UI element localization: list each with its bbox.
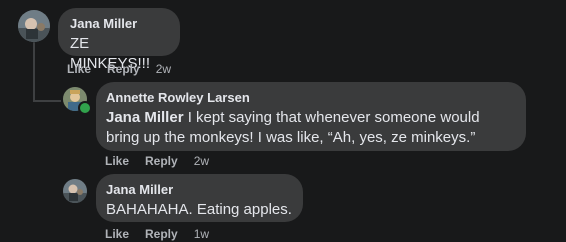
comment-timestamp[interactable]: 1w bbox=[194, 226, 209, 242]
comment-text: Jana Miller I kept saying that whenever … bbox=[106, 108, 516, 148]
reply-button[interactable]: Reply bbox=[107, 61, 140, 77]
thread-line-branch bbox=[33, 100, 61, 102]
comment-timestamp[interactable]: 2w bbox=[194, 153, 209, 169]
comment-text: BAHAHAHA. Eating apples. bbox=[106, 201, 292, 218]
comment-author[interactable]: Jana Miller bbox=[106, 182, 293, 198]
reply-button[interactable]: Reply bbox=[145, 226, 178, 242]
like-button[interactable]: Like bbox=[105, 153, 129, 169]
comment-bubble: Jana Miller ZE MINKEYS!!! bbox=[58, 8, 180, 72]
comment-bubble: Jana Miller BAHAHAHA. Eating apples. bbox=[96, 174, 303, 222]
comment-timestamp[interactable]: 2w bbox=[156, 61, 171, 77]
avatar[interactable] bbox=[18, 10, 50, 42]
comment-actions: Like Reply 1w bbox=[105, 226, 209, 242]
comment-actions: Like Reply 2w bbox=[105, 153, 209, 169]
avatar-photo-icon bbox=[63, 179, 87, 203]
reply-button[interactable]: Reply bbox=[145, 153, 178, 169]
comment-bubble: Annette Rowley Larsen Jana Miller I kept… bbox=[96, 82, 526, 151]
like-button[interactable]: Like bbox=[67, 61, 91, 77]
comment-author[interactable]: Jana Miller bbox=[70, 16, 168, 32]
online-status-icon bbox=[78, 101, 92, 115]
avatar[interactable] bbox=[63, 179, 87, 203]
avatar-photo-icon bbox=[18, 10, 50, 42]
mention-link[interactable]: Jana Miller bbox=[106, 109, 184, 126]
thread-line bbox=[33, 42, 35, 102]
comment-actions: Like Reply 2w bbox=[67, 61, 171, 77]
like-button[interactable]: Like bbox=[105, 226, 129, 242]
comment-author[interactable]: Annette Rowley Larsen bbox=[106, 90, 516, 106]
